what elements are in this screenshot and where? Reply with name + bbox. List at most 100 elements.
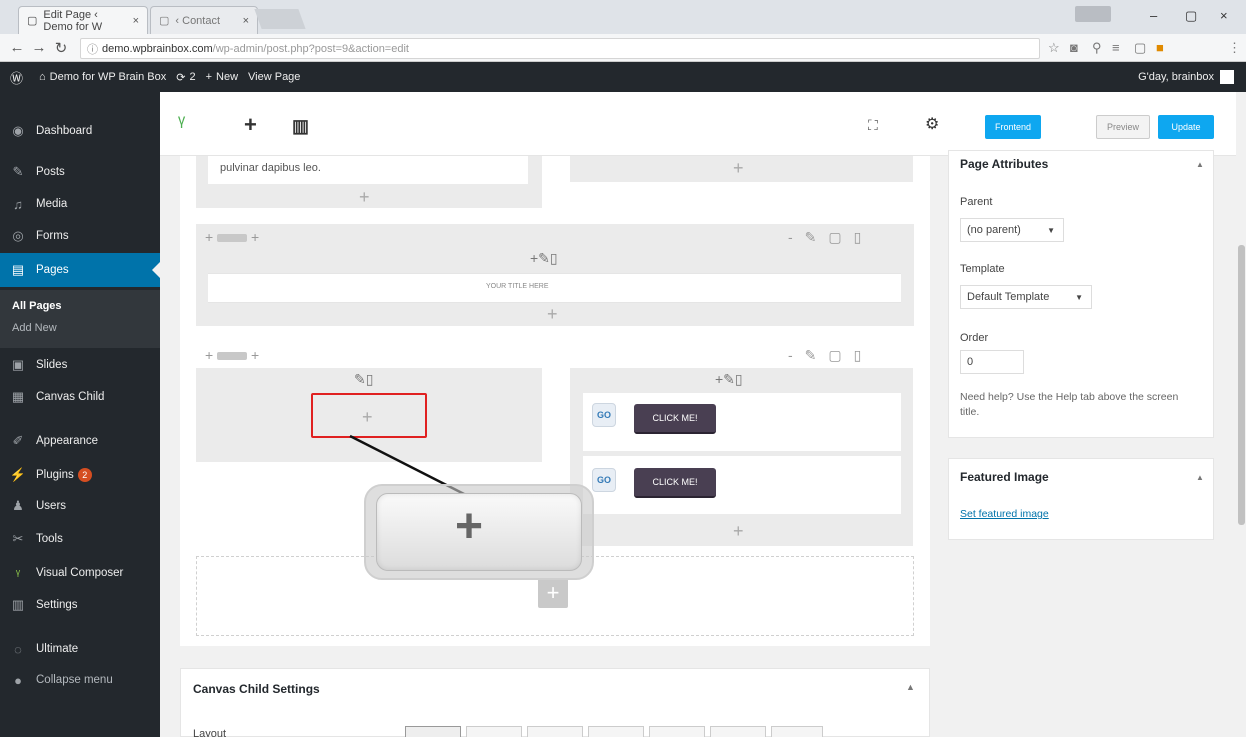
layout-label: Layout <box>193 728 227 737</box>
star-icon[interactable]: ☆ <box>1048 40 1060 56</box>
text-snippet: pulvinar dapibus leo. <box>220 162 321 174</box>
back-icon[interactable]: ← <box>6 39 28 56</box>
sidebar-item-canvas-child[interactable]: ▦ Canvas Child <box>0 382 160 412</box>
forward-icon[interactable]: → <box>28 39 50 56</box>
layout-option[interactable] <box>710 726 766 737</box>
drag-handle-icon[interactable] <box>217 352 248 360</box>
maximize-icon[interactable]: ▢ <box>1185 8 1197 24</box>
sidebar-item-dashboard[interactable]: ◉ Dashboard <box>0 116 160 146</box>
close-icon[interactable]: × <box>243 15 249 27</box>
vc-icon: ᵞ <box>15 565 21 581</box>
url-field[interactable]: ⓘ demo.wpbrainbox.com /wp-admin/post.php… <box>80 38 1040 59</box>
page-icon: ▢ <box>27 15 38 27</box>
sidebar-item-plugins[interactable]: ⚡ Plugins 2 <box>0 460 160 490</box>
templates-icon[interactable]: ▥ <box>292 116 309 137</box>
add-element-plus[interactable]: + <box>733 522 744 540</box>
drag-handle-icon[interactable] <box>217 234 248 242</box>
layout-option[interactable] <box>649 726 705 737</box>
panel-title: Featured Image <box>960 470 1049 484</box>
sidebar-item-pages[interactable]: ▤ Pages <box>0 253 160 287</box>
submenu-all-pages[interactable]: All Pages <box>12 300 62 312</box>
row-controls[interactable]: + + <box>205 347 259 363</box>
row-actions[interactable]: -✎▢▯ <box>788 229 873 246</box>
sidebar-item-media[interactable]: ♫ Media <box>0 189 160 219</box>
layout-option[interactable] <box>466 726 522 737</box>
minimize-icon[interactable]: – <box>1150 8 1157 23</box>
sidebar-item-forms[interactable]: ◎ Forms <box>0 221 160 251</box>
click-me-button[interactable]: CLICK ME! <box>634 404 716 434</box>
submenu-add-new[interactable]: Add New <box>12 322 57 334</box>
sidebar-item-ultimate[interactable]: ◌ Ultimate <box>0 634 160 664</box>
layout-option[interactable] <box>527 726 583 737</box>
sidebar-label: Plugins <box>36 469 74 481</box>
menu-icon[interactable]: ⋮ <box>1228 40 1241 56</box>
button-element[interactable] <box>583 456 901 514</box>
collapse-icon[interactable]: ▲ <box>1196 160 1204 169</box>
parent-select[interactable]: (no parent) ▼ <box>960 218 1064 242</box>
add-element-plus[interactable]: + <box>733 159 744 177</box>
add-row-button[interactable]: + <box>538 578 568 608</box>
close-icon[interactable]: × <box>133 15 139 27</box>
extension-icon[interactable]: ▢ <box>1134 40 1146 56</box>
column-controls[interactable]: +✎▯ <box>715 371 743 388</box>
add-element-plus[interactable]: + <box>547 305 558 323</box>
sidebar-item-slides[interactable]: ▣ Slides <box>0 350 160 380</box>
new-link[interactable]: New <box>216 71 238 83</box>
column-controls[interactable]: ✎▯ <box>354 371 373 388</box>
set-featured-image-link[interactable]: Set featured image <box>960 508 1049 520</box>
update-badge: 2 <box>77 468 92 482</box>
collapse-menu[interactable]: ● Collapse menu <box>0 665 160 695</box>
url-host: demo.wpbrainbox.com <box>102 42 213 55</box>
camera-icon[interactable]: ◙ <box>1070 40 1078 55</box>
updates-icon[interactable]: ⟳ <box>176 71 185 84</box>
active-pointer <box>152 262 160 278</box>
row-controls[interactable]: + + <box>205 229 259 245</box>
order-input[interactable]: 0 <box>960 350 1024 374</box>
text-block[interactable]: pulvinar dapibus leo. <box>208 156 528 184</box>
view-page-link[interactable]: View Page <box>248 71 300 83</box>
tab-contact[interactable]: ▢ ‹ Contact × <box>150 6 258 34</box>
title-element[interactable] <box>208 273 901 303</box>
close-window-icon[interactable]: × <box>1220 8 1228 23</box>
vc-logo-icon[interactable]: ᵞ <box>178 110 185 136</box>
gear-icon[interactable]: ⚙ <box>925 114 939 134</box>
preview-button[interactable]: Preview <box>1096 115 1150 139</box>
collapse-icon[interactable]: ▲ <box>906 682 915 692</box>
sidebar-item-tools[interactable]: ✂ Tools <box>0 524 160 554</box>
go-button[interactable]: GO <box>592 403 616 427</box>
update-button[interactable]: Update <box>1158 115 1214 139</box>
profile-badge[interactable] <box>1075 6 1111 22</box>
fullscreen-icon[interactable]: ⛶ <box>868 117 878 134</box>
avatar[interactable] <box>1220 70 1234 84</box>
button-element[interactable] <box>583 393 901 451</box>
sidebar-item-appearance[interactable]: ✐ Appearance <box>0 426 160 456</box>
sidebar-item-visual-composer[interactable]: ᵞ Visual Composer <box>0 558 160 588</box>
reload-icon[interactable]: ↻ <box>50 39 72 57</box>
extension-icon[interactable]: ■ <box>1156 40 1164 55</box>
template-value: Default Template <box>967 291 1050 303</box>
add-element-icon[interactable]: + <box>244 112 257 138</box>
layout-option[interactable] <box>771 726 823 737</box>
column-controls[interactable]: +✎▯ <box>530 250 558 267</box>
sidebar-item-users[interactable]: ♟ Users <box>0 491 160 521</box>
media-icon: ♫ <box>13 196 23 212</box>
search-icon[interactable]: ⚲ <box>1092 40 1102 56</box>
scrollbar-thumb[interactable] <box>1238 245 1245 525</box>
wordpress-icon[interactable]: Ⓦ <box>10 68 23 87</box>
template-select[interactable]: Default Template ▼ <box>960 285 1092 309</box>
extension-icon[interactable]: ≡ <box>1112 40 1120 55</box>
collapse-icon[interactable]: ▲ <box>1196 473 1204 482</box>
tab-edit-page[interactable]: ▢ Edit Page ‹ Demo for W × <box>18 6 148 34</box>
frontend-button[interactable]: Frontend <box>985 115 1041 139</box>
row-actions[interactable]: -✎▢▯ <box>788 347 873 364</box>
click-me-button[interactable]: CLICK ME! <box>634 468 716 498</box>
add-element-plus[interactable]: + <box>359 188 370 206</box>
sidebar-item-settings[interactable]: ▥ Settings <box>0 590 160 620</box>
layout-option[interactable] <box>405 726 461 737</box>
site-link[interactable]: Demo for WP Brain Box <box>50 71 167 83</box>
account-greeting[interactable]: G'day, brainbox <box>1138 71 1214 83</box>
new-tab-button[interactable] <box>254 9 306 29</box>
layout-option[interactable] <box>588 726 644 737</box>
sidebar-item-posts[interactable]: ✎ Posts <box>0 157 160 187</box>
go-button[interactable]: GO <box>592 468 616 492</box>
